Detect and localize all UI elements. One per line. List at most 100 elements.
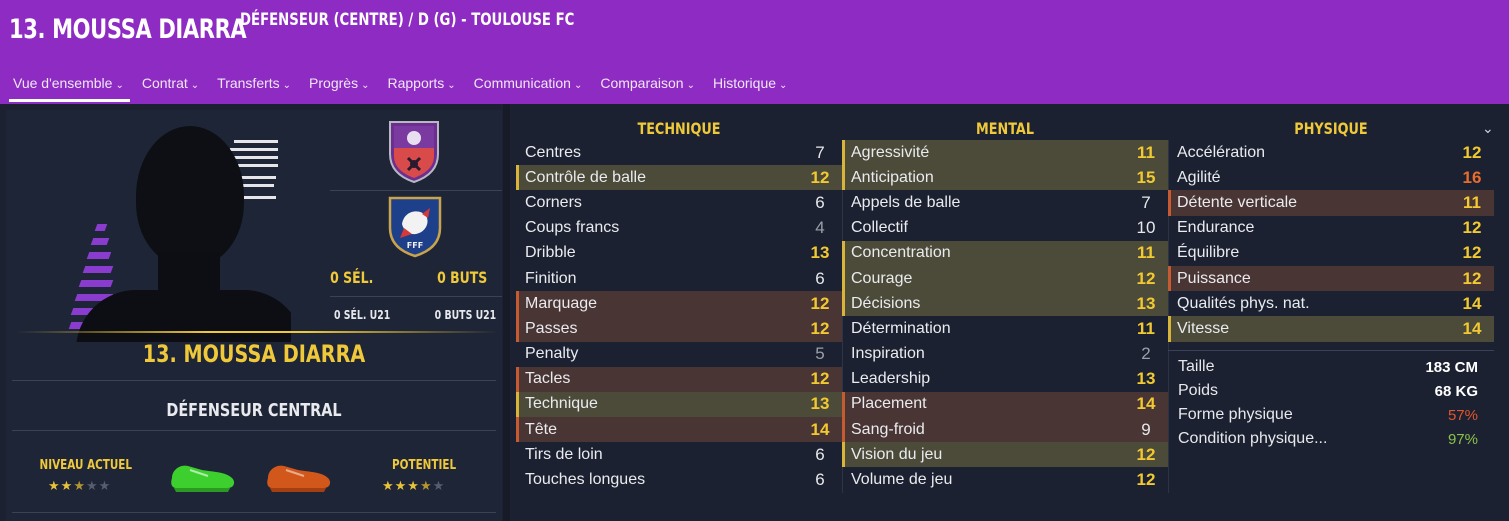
tab-0[interactable]: Vue d'ensemble ⌄ bbox=[4, 70, 133, 104]
attribute-row[interactable]: Coups francs 4 bbox=[516, 216, 842, 241]
attribute-label: Vitesse bbox=[1177, 319, 1230, 337]
attribute-row[interactable]: Endurance 12 bbox=[1168, 216, 1494, 241]
attribute-value: 12 bbox=[1462, 268, 1482, 288]
attribute-row[interactable]: Détente verticale 11 bbox=[1168, 190, 1494, 216]
attribute-label: Volume de jeu bbox=[851, 471, 953, 489]
attribute-row[interactable]: Centres 7 bbox=[516, 140, 842, 165]
attribute-row[interactable]: Concentration 11 bbox=[842, 240, 1168, 266]
attribute-row[interactable]: Sang-froid 9 bbox=[842, 417, 1168, 443]
attribute-row[interactable]: Vitesse 14 bbox=[1168, 316, 1494, 342]
attribute-row[interactable]: Passes 12 bbox=[516, 316, 842, 342]
attribute-row[interactable]: Vision du jeu 12 bbox=[842, 442, 1168, 468]
attribute-row[interactable]: Volume de jeu 12 bbox=[842, 467, 1168, 492]
attribute-label: Tête bbox=[525, 420, 558, 438]
attribute-row[interactable]: Équilibre 12 bbox=[1168, 241, 1494, 266]
tab-4[interactable]: Rapports ⌄ bbox=[378, 70, 464, 104]
chevron-down-icon: ⌄ bbox=[779, 80, 788, 91]
technique-heading: TECHNIQUE bbox=[637, 119, 721, 138]
chevron-down-icon: ⌄ bbox=[115, 80, 124, 91]
attribute-row[interactable]: Agressivité 11 bbox=[842, 140, 1168, 166]
attribute-label: Technique bbox=[525, 395, 598, 413]
attribute-row[interactable]: Dribble 13 bbox=[516, 241, 842, 266]
chevron-down-icon[interactable]: ⌄ bbox=[1482, 120, 1494, 137]
attribute-row[interactable]: Détermination 11 bbox=[842, 316, 1168, 341]
tab-5[interactable]: Communication ⌄ bbox=[465, 70, 592, 104]
attribute-label: Dribble bbox=[525, 244, 576, 262]
attribute-label: Qualités phys. nat. bbox=[1177, 294, 1310, 312]
attributes-panel: TECHNIQUE MENTAL PHYSIQUE ⌄ Centres 7 Cont… bbox=[516, 114, 1509, 521]
attribute-value: 6 bbox=[815, 444, 825, 464]
attribute-row[interactable]: Contrôle de balle 12 bbox=[516, 165, 842, 191]
attribute-label: Courage bbox=[851, 269, 913, 287]
attribute-value: 6 bbox=[815, 192, 825, 212]
player-profile-panel: FFF 0 SÉL. 0 BUTS 0 SÉL. U21 0 BUTS U21 … bbox=[6, 110, 502, 521]
attribute-row[interactable]: Tirs de loin 6 bbox=[516, 442, 842, 467]
attribute-value: 14 bbox=[1462, 318, 1482, 338]
tab-7[interactable]: Historique ⌄ bbox=[704, 70, 796, 104]
attribute-value: 13 bbox=[1136, 293, 1156, 313]
attribute-value: 12 bbox=[1136, 444, 1156, 464]
attribute-label: Agilité bbox=[1177, 168, 1221, 186]
fff-france-crest-icon[interactable]: FFF bbox=[386, 194, 444, 258]
attribute-row[interactable]: Collectif 10 bbox=[842, 216, 1168, 241]
attribute-value: 2 bbox=[1141, 344, 1151, 364]
attribute-value: 14 bbox=[1136, 394, 1156, 414]
attribute-label: Détente verticale bbox=[1177, 193, 1298, 211]
tab-label: Comparaison bbox=[600, 75, 684, 91]
attribute-row[interactable]: Accélération 12 bbox=[1168, 140, 1494, 165]
attribute-row[interactable]: Tacles 12 bbox=[516, 366, 842, 392]
attribute-label: Puissance bbox=[1177, 269, 1251, 287]
attribute-row[interactable]: Courage 12 bbox=[842, 265, 1168, 292]
tab-label: Contrat bbox=[141, 75, 188, 91]
attribute-row[interactable]: Puissance 12 bbox=[1168, 265, 1494, 292]
info-value: 183 CM bbox=[1425, 358, 1478, 376]
attribute-row[interactable]: Technique 13 bbox=[516, 391, 842, 418]
attribute-value: 12 bbox=[810, 369, 830, 389]
attribute-row[interactable]: Touches longues 6 bbox=[516, 467, 842, 492]
attribute-value: 7 bbox=[1141, 192, 1151, 212]
attribute-row[interactable]: Marquage 12 bbox=[516, 291, 842, 317]
header-bar: 13. MOUSSA DIARRA DÉFENSEUR (CENTRE) / D… bbox=[0, 0, 1509, 104]
attribute-row[interactable]: Penalty 5 bbox=[516, 342, 842, 367]
attribute-value: 5 bbox=[815, 344, 825, 364]
technique-list: Centres 7 Contrôle de balle 12 Corners 6 Coups… bbox=[516, 140, 842, 493]
tab-bar: Vue d'ensemble ⌄ Contrat ⌄ Transferts ⌄ Progrè… bbox=[4, 70, 796, 104]
page-title: 13. MOUSSA DIARRA bbox=[9, 14, 247, 45]
attribute-value: 10 bbox=[1136, 218, 1156, 238]
tab-6[interactable]: Comparaison ⌄ bbox=[591, 70, 704, 104]
caps-u21-count: 0 SÉL. U21 bbox=[333, 308, 391, 322]
attribute-row[interactable]: Qualités phys. nat. 14 bbox=[1168, 291, 1494, 316]
badge-panel: FFF bbox=[330, 110, 502, 297]
tab-2[interactable]: Transferts ⌄ bbox=[208, 70, 300, 104]
attribute-row[interactable]: Appels de balle 7 bbox=[842, 190, 1168, 215]
attribute-label: Placement bbox=[851, 395, 927, 413]
attribute-value: 13 bbox=[810, 243, 830, 263]
tab-1[interactable]: Contrat ⌄ bbox=[133, 70, 208, 104]
goals-u21-count: 0 BUTS U21 bbox=[434, 308, 497, 322]
panel-divider bbox=[503, 104, 510, 521]
attribute-label: Endurance bbox=[1177, 219, 1255, 237]
info-label: Forme physique bbox=[1178, 406, 1293, 423]
attribute-label: Sang-froid bbox=[851, 420, 925, 438]
attribute-value: 7 bbox=[815, 142, 825, 162]
attribute-row[interactable]: Placement 14 bbox=[842, 391, 1168, 418]
attribute-row[interactable]: Leadership 13 bbox=[842, 367, 1168, 392]
potential-stars: ★★★★★ bbox=[382, 478, 446, 493]
attribute-value: 9 bbox=[1141, 419, 1151, 439]
attribute-row[interactable]: Tête 14 bbox=[516, 417, 842, 443]
attribute-row[interactable]: Anticipation 15 bbox=[842, 165, 1168, 191]
attribute-value: 14 bbox=[810, 419, 830, 439]
chevron-down-icon: ⌄ bbox=[686, 80, 695, 91]
attribute-label: Centres bbox=[525, 143, 582, 161]
attribute-label: Passes bbox=[525, 319, 578, 337]
toulouse-fc-crest-icon[interactable] bbox=[386, 118, 442, 184]
tab-3[interactable]: Progrès ⌄ bbox=[300, 70, 378, 104]
attribute-row[interactable]: Agilité 16 bbox=[1168, 165, 1494, 190]
attribute-row[interactable]: Finition 6 bbox=[516, 266, 842, 291]
attribute-value: 12 bbox=[1462, 218, 1482, 238]
attribute-row[interactable]: Inspiration 2 bbox=[842, 342, 1168, 367]
attribute-label: Anticipation bbox=[851, 168, 934, 186]
attribute-row[interactable]: Décisions 13 bbox=[842, 291, 1168, 317]
attribute-value: 11 bbox=[1137, 318, 1155, 338]
attribute-row[interactable]: Corners 6 bbox=[516, 190, 842, 215]
